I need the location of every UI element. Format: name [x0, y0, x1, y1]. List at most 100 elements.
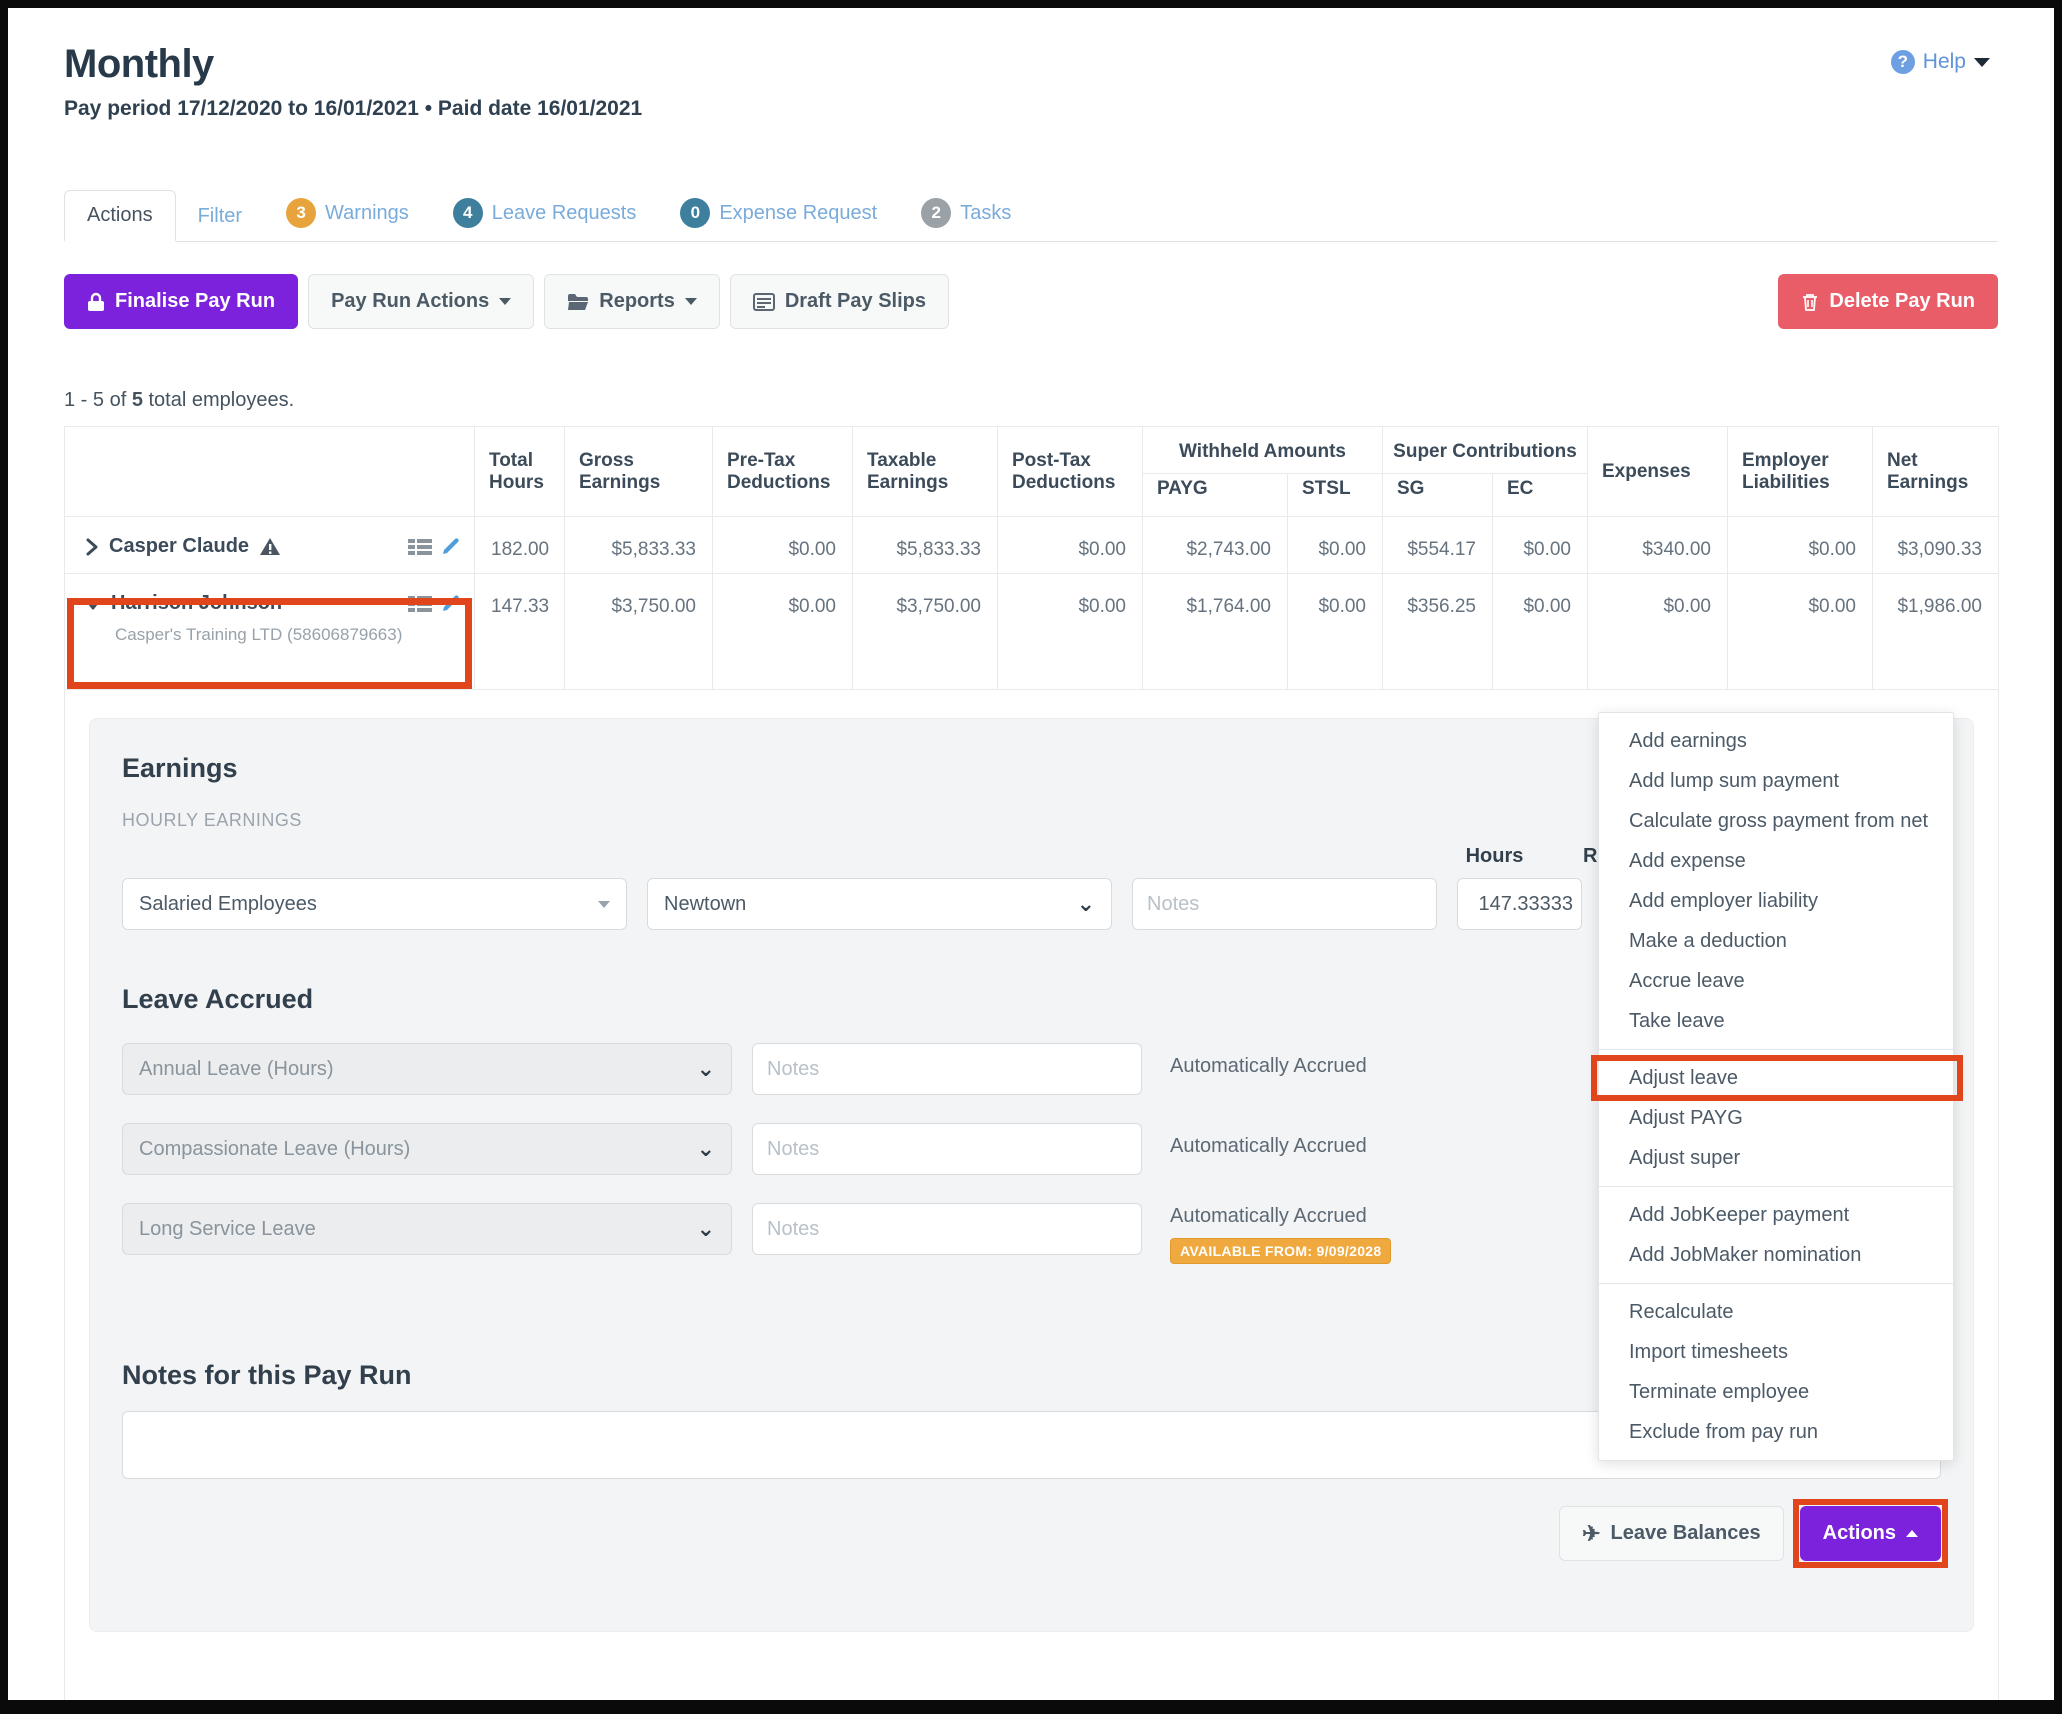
- tab-label: Filter: [198, 205, 242, 228]
- chevron-right-icon[interactable]: [85, 538, 99, 556]
- leave-status-text: Automatically Accrued: [1170, 1205, 1391, 1228]
- col-header-taxable-earnings: Taxable Earnings: [853, 427, 998, 517]
- menu-divider: [1599, 1186, 1953, 1187]
- menu-item-import-timesheets[interactable]: Import timesheets: [1599, 1332, 1953, 1372]
- draft-pay-slips-button[interactable]: Draft Pay Slips: [730, 274, 949, 329]
- leave-type-select[interactable]: Long Service Leave⌄: [122, 1203, 732, 1255]
- menu-item-adjust-leave[interactable]: Adjust leave: [1599, 1058, 1953, 1098]
- col-header-gross-earnings: Gross Earnings: [565, 427, 713, 517]
- employee-name[interactable]: Harrison Johnson: [111, 592, 282, 615]
- reports-label: Reports: [599, 290, 675, 313]
- employee-name-cell[interactable]: Casper Claude: [65, 517, 475, 574]
- cell-total-hours: 182.00: [475, 517, 565, 574]
- folder-icon: [567, 293, 589, 311]
- caret-down-icon: [499, 298, 511, 305]
- cell-stsl: $0.00: [1288, 517, 1383, 574]
- tasks-count-badge: 2: [921, 198, 951, 228]
- pay-run-page: Monthly Pay period 17/12/2020 to 16/01/2…: [8, 8, 2054, 1700]
- cell-net-earnings: $1,986.00: [1873, 574, 1999, 690]
- cell-employer-liabilities: $0.00: [1728, 574, 1873, 690]
- cell-pre-tax-deductions: $0.00: [713, 574, 853, 690]
- menu-item-adjust-super[interactable]: Adjust super: [1599, 1138, 1953, 1178]
- edit-pencil-icon[interactable]: [440, 594, 460, 614]
- tab-actions[interactable]: Actions: [64, 190, 176, 242]
- location-select[interactable]: Newtown⌄: [647, 878, 1112, 930]
- cell-ec: $0.00: [1493, 574, 1588, 690]
- delete-pay-run-button[interactable]: Delete Pay Run: [1778, 274, 1998, 329]
- pay-category-select[interactable]: Salaried Employees: [122, 878, 627, 930]
- actions-button[interactable]: Actions: [1800, 1506, 1941, 1561]
- col-header-stsl: STSL: [1288, 474, 1383, 517]
- panel-buttons: ✈ Leave Balances Actions: [122, 1506, 1941, 1561]
- leave-status-text: Automatically Accrued: [1170, 1043, 1367, 1078]
- leave-type-select[interactable]: Annual Leave (Hours)⌄: [122, 1043, 732, 1095]
- annotation-box: Actions: [1800, 1506, 1941, 1561]
- menu-item-calculate-gross-payment-from-net[interactable]: Calculate gross payment from net: [1599, 801, 1953, 841]
- menu-item-add-jobkeeper-payment[interactable]: Add JobKeeper payment: [1599, 1195, 1953, 1235]
- menu-item-terminate-employee[interactable]: Terminate employee: [1599, 1372, 1953, 1412]
- pay-run-actions-label: Pay Run Actions: [331, 290, 489, 313]
- chevron-down-icon[interactable]: [85, 597, 101, 611]
- payslip-rows-icon[interactable]: [408, 538, 432, 556]
- help-link[interactable]: ? Help: [1891, 50, 1990, 74]
- menu-item-recalculate[interactable]: Recalculate: [1599, 1292, 1953, 1332]
- menu-item-adjust-payg[interactable]: Adjust PAYG: [1599, 1098, 1953, 1138]
- col-header-payg: PAYG: [1143, 474, 1288, 517]
- hours-input[interactable]: [1457, 878, 1582, 930]
- delete-label: Delete Pay Run: [1829, 290, 1975, 313]
- col-header-employer-liabilities: Employer Liabilities: [1728, 427, 1873, 517]
- menu-item-make-a-deduction[interactable]: Make a deduction: [1599, 921, 1953, 961]
- tab-filter[interactable]: Filter: [176, 192, 264, 241]
- col-header-expenses: Expenses: [1588, 427, 1728, 517]
- tab-tasks[interactable]: 2Tasks: [899, 185, 1033, 241]
- col-header-post-tax-deductions: Post-Tax Deductions: [998, 427, 1143, 517]
- menu-item-exclude-from-pay-run[interactable]: Exclude from pay run: [1599, 1412, 1953, 1452]
- cell-post-tax-deductions: $0.00: [998, 574, 1143, 690]
- cell-total-hours: 147.33: [475, 574, 565, 690]
- col-header-pre-tax-deductions: Pre-Tax Deductions: [713, 427, 853, 517]
- chevron-down-icon: [598, 901, 610, 908]
- employee-name-cell[interactable]: Harrison Johnson Casper's Training LTD (…: [65, 574, 475, 690]
- payslip-rows-icon[interactable]: [408, 595, 432, 613]
- summary-suffix: total employees.: [143, 389, 294, 411]
- tab-warnings[interactable]: 3Warnings: [264, 185, 431, 241]
- cell-post-tax-deductions: $0.00: [998, 517, 1143, 574]
- menu-item-add-expense[interactable]: Add expense: [1599, 841, 1953, 881]
- leave-type-select[interactable]: Compassionate Leave (Hours)⌄: [122, 1123, 732, 1175]
- col-group-withheld-amounts: Withheld Amounts: [1143, 427, 1383, 474]
- menu-item-add-employer-liability[interactable]: Add employer liability: [1599, 881, 1953, 921]
- menu-item-add-jobmaker-nomination[interactable]: Add JobMaker nomination: [1599, 1235, 1953, 1275]
- employee-name[interactable]: Casper Claude: [109, 535, 249, 558]
- caret-up-icon: [1906, 1530, 1918, 1537]
- finalise-label: Finalise Pay Run: [115, 290, 275, 313]
- col-header-employee: [65, 427, 475, 517]
- cell-gross-earnings: $5,833.33: [565, 517, 713, 574]
- tab-label: Warnings: [325, 202, 409, 225]
- leave-available-badge: AVAILABLE FROM: 9/09/2028: [1170, 1238, 1391, 1264]
- employees-summary: 1 - 5 of 5 total employees.: [64, 389, 1998, 412]
- cell-gross-earnings: $3,750.00: [565, 574, 713, 690]
- menu-item-add-lump-sum-payment[interactable]: Add lump sum payment: [1599, 761, 1953, 801]
- cell-employer-liabilities: $0.00: [1728, 517, 1873, 574]
- menu-item-add-earnings[interactable]: Add earnings: [1599, 721, 1953, 761]
- reports-button[interactable]: Reports: [544, 274, 720, 329]
- menu-divider: [1599, 1049, 1953, 1050]
- finalise-pay-run-button[interactable]: Finalise Pay Run: [64, 274, 298, 329]
- earnings-notes-input[interactable]: [1132, 878, 1437, 930]
- tab-expense-request[interactable]: 0Expense Request: [658, 185, 899, 241]
- menu-item-take-leave[interactable]: Take leave: [1599, 1001, 1953, 1041]
- tab-label: Leave Requests: [492, 202, 637, 225]
- payslip-list-icon: [753, 293, 775, 311]
- leave-notes-input[interactable]: [752, 1043, 1142, 1095]
- pay-run-actions-button[interactable]: Pay Run Actions: [308, 274, 534, 329]
- tab-leave-requests[interactable]: 4Leave Requests: [431, 185, 659, 241]
- menu-item-accrue-leave[interactable]: Accrue leave: [1599, 961, 1953, 1001]
- help-label: Help: [1923, 50, 1966, 74]
- leave-notes-input[interactable]: [752, 1123, 1142, 1175]
- menu-divider: [1599, 1283, 1953, 1284]
- edit-pencil-icon[interactable]: [440, 537, 460, 557]
- employee-company: Casper's Training LTD (58606879663): [115, 625, 460, 645]
- leave-balances-button[interactable]: ✈ Leave Balances: [1559, 1506, 1784, 1561]
- cell-sg: $356.25: [1383, 574, 1493, 690]
- leave-notes-input[interactable]: [752, 1203, 1142, 1255]
